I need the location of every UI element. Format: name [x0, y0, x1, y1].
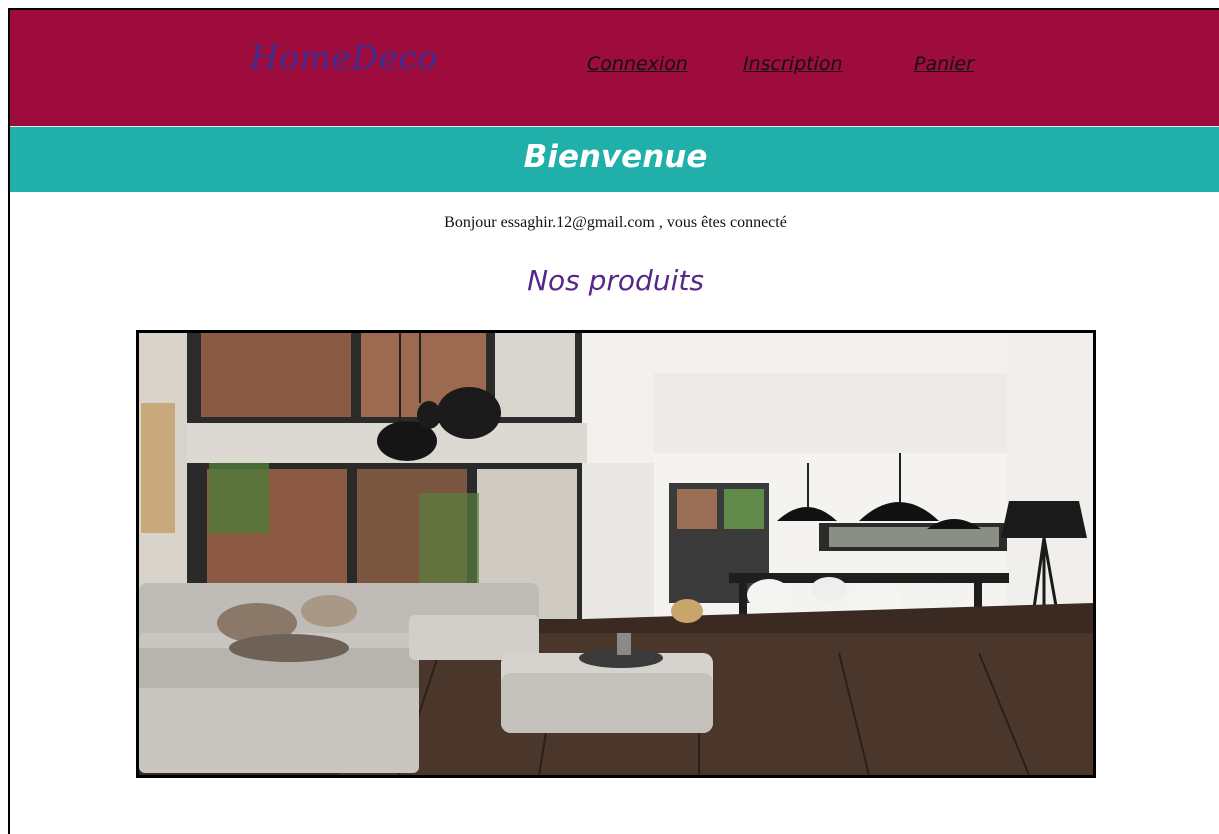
site-header: HomeDeco Connexion Inscription Panier	[10, 10, 1219, 126]
page-frame: HomeDeco Connexion Inscription Panier Bi…	[8, 8, 1219, 834]
nav-link-inscription[interactable]: Inscription	[743, 53, 843, 75]
product-image[interactable]	[136, 330, 1096, 778]
welcome-banner: Bienvenue	[10, 126, 1219, 192]
site-logo[interactable]: HomeDeco	[250, 38, 438, 77]
nav-link-panier[interactable]: Panier	[914, 53, 974, 75]
living-room-illustration	[139, 333, 1093, 775]
welcome-title: Bienvenue	[523, 139, 708, 175]
greeting-message: Bonjour essaghir.12@gmail.com , vous ête…	[444, 214, 787, 231]
products-heading: Nos produits	[527, 264, 704, 297]
nav-link-connexion[interactable]: Connexion	[587, 53, 688, 75]
